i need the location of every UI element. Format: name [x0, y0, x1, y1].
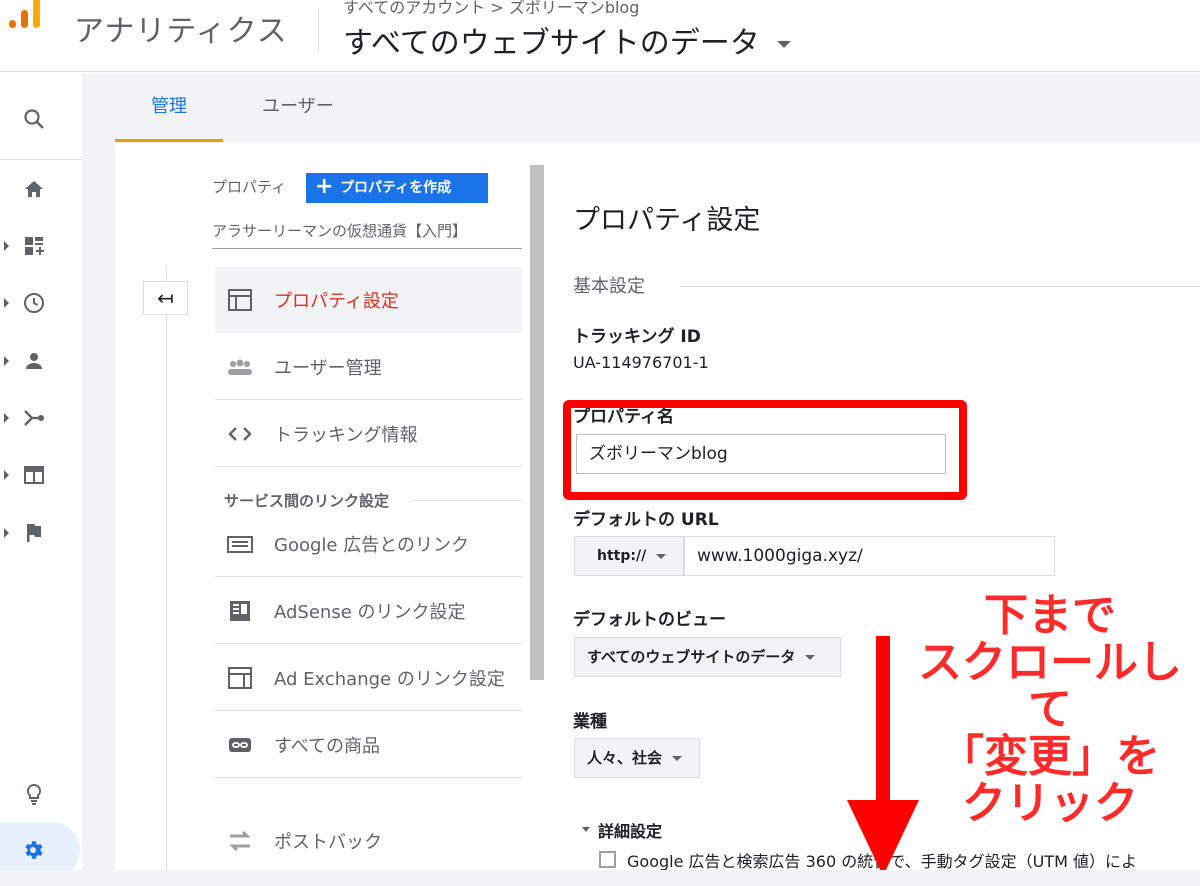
- adsense-icon: [230, 601, 250, 621]
- breadcrumb[interactable]: すべてのアカウント > ズボリーマンblog: [343, 0, 639, 18]
- home-icon[interactable]: [22, 177, 46, 201]
- expand-arrow-icon[interactable]: [4, 413, 9, 423]
- app-title: アナリティクス: [74, 14, 288, 49]
- chevron-down-icon: [777, 41, 792, 48]
- customization-icon[interactable]: [22, 234, 46, 258]
- realtime-clock-icon[interactable]: [22, 291, 46, 315]
- property-selector[interactable]: アラサーリーマンの仮想通貨【入門】: [212, 220, 467, 241]
- url-protocol-value: http://: [597, 548, 647, 564]
- expand-arrow-icon[interactable]: [4, 241, 9, 251]
- nav-item-label: トラッキング情報: [274, 425, 418, 446]
- postback-arrows-icon: [229, 830, 251, 852]
- nav-item-adsense-link[interactable]: AdSense のリンク設定: [215, 578, 522, 644]
- section-label-linking: サービス間のリンク設定: [224, 492, 390, 510]
- chevron-down-icon: [672, 756, 683, 761]
- settings-gear-icon: [25, 841, 43, 859]
- nav-item-label: すべての商品: [274, 736, 381, 757]
- tab-admin[interactable]: 管理: [115, 82, 223, 142]
- active-tab-indicator: [115, 139, 223, 142]
- default-view-value: すべてのウェブサイトのデータ: [587, 648, 796, 666]
- default-url-label: デフォルトの URL: [573, 510, 719, 530]
- expand-arrow-icon[interactable]: [4, 470, 9, 480]
- view-title: すべてのウェブサイトのデータ: [343, 26, 760, 61]
- nav-item-label: ポストバック: [274, 832, 382, 853]
- users-group-icon: [228, 359, 252, 375]
- nav-item-label: Google 広告とのリンク: [274, 535, 470, 556]
- column-connector-line: [166, 265, 167, 870]
- nav-item-label: プロパティ設定: [274, 291, 399, 312]
- annotation-line: スクロールして: [918, 637, 1182, 735]
- chevron-down-icon: [805, 655, 816, 660]
- expand-arrow-icon[interactable]: [4, 298, 9, 308]
- rail-divider: [0, 159, 82, 160]
- google-ads-icon: [227, 536, 253, 553]
- audience-person-icon[interactable]: [22, 349, 46, 373]
- left-nav-rail: [0, 73, 82, 886]
- column-scrollbar[interactable]: [530, 165, 544, 680]
- annotation-line: 下まで: [984, 590, 1116, 641]
- search-icon[interactable]: [22, 107, 46, 131]
- code-brackets-icon: [228, 427, 252, 441]
- url-protocol-dropdown[interactable]: http://: [574, 536, 684, 576]
- create-property-button[interactable]: + プロパティを作成: [306, 173, 488, 203]
- acquisition-icon[interactable]: [22, 406, 46, 430]
- plus-icon: +: [315, 174, 334, 199]
- property-column-label: プロパティ: [212, 178, 287, 196]
- nav-item-label: AdSense のリンク設定: [274, 602, 466, 623]
- behavior-icon[interactable]: [22, 463, 46, 487]
- annotation-line: 「変更」を: [940, 731, 1160, 782]
- property-layout-icon: [228, 289, 252, 311]
- property-selector-underline: [212, 248, 522, 249]
- tracking-id-label: トラッキング ID: [573, 327, 701, 347]
- industry-label: 業種: [573, 712, 607, 732]
- create-property-label: プロパティを作成: [340, 180, 452, 196]
- basic-settings-divider: [680, 286, 1200, 287]
- tab-user[interactable]: ユーザー: [243, 82, 353, 132]
- analytics-logo-icon[interactable]: [6, 0, 46, 52]
- lightbulb-icon[interactable]: [22, 782, 46, 806]
- expand-arrow-icon[interactable]: [4, 356, 9, 366]
- industry-value: 人々、社会: [587, 749, 663, 767]
- bottom-edge: [0, 870, 1200, 886]
- industry-dropdown[interactable]: 人々、社会: [574, 738, 700, 778]
- nav-item-all-products[interactable]: すべての商品: [215, 712, 522, 778]
- nav-item-user-management[interactable]: ユーザー管理: [215, 334, 522, 400]
- annotation-text: 下まで スクロールして 「変更」を クリック: [900, 592, 1200, 827]
- advanced-settings-toggle[interactable]: 詳細設定: [598, 818, 662, 842]
- nav-item-label: Ad Exchange のリンク設定: [274, 669, 505, 690]
- default-url-input[interactable]: www.1000giga.xyz/: [684, 536, 1055, 576]
- default-view-dropdown[interactable]: すべてのウェブサイトのデータ: [574, 637, 841, 677]
- nav-item-tracking-info[interactable]: トラッキング情報: [215, 401, 522, 467]
- nav-item-postback[interactable]: ポストバック: [215, 808, 522, 874]
- page-title: プロパティ設定: [573, 205, 761, 236]
- expand-arrow-icon[interactable]: [4, 528, 9, 538]
- nav-item-google-ads-link[interactable]: Google 広告とのリンク: [215, 511, 522, 577]
- back-button[interactable]: ↤: [143, 281, 188, 315]
- manual-tagging-checkbox[interactable]: [599, 851, 616, 868]
- section-divider: [412, 500, 522, 501]
- conversions-flag-icon[interactable]: [22, 521, 46, 545]
- annotation-highlight-box: [563, 400, 967, 500]
- tracking-id-value: UA-114976701-1: [573, 353, 709, 372]
- basic-settings-label: 基本設定: [573, 276, 645, 297]
- expand-caret-icon[interactable]: [582, 827, 590, 832]
- nav-item-property-settings[interactable]: プロパティ設定: [215, 267, 522, 333]
- nav-item-ad-exchange-link[interactable]: Ad Exchange のリンク設定: [215, 645, 522, 711]
- nav-item-label: ユーザー管理: [274, 358, 382, 379]
- annotation-line: クリック: [962, 778, 1138, 829]
- link-chain-icon: [229, 738, 251, 752]
- app-header: アナリティクス すべてのアカウント > ズボリーマンblog すべてのウェブサイ…: [0, 0, 1200, 72]
- view-selector[interactable]: すべてのウェブサイトのデータ: [343, 18, 792, 62]
- ad-exchange-icon: [228, 667, 252, 689]
- default-view-label: デフォルトのビュー: [573, 610, 726, 630]
- back-arrow-icon: ↤: [157, 286, 174, 310]
- annotation-arrow-shaft: [876, 636, 890, 826]
- chevron-down-icon: [656, 553, 667, 559]
- header-divider: [318, 8, 319, 52]
